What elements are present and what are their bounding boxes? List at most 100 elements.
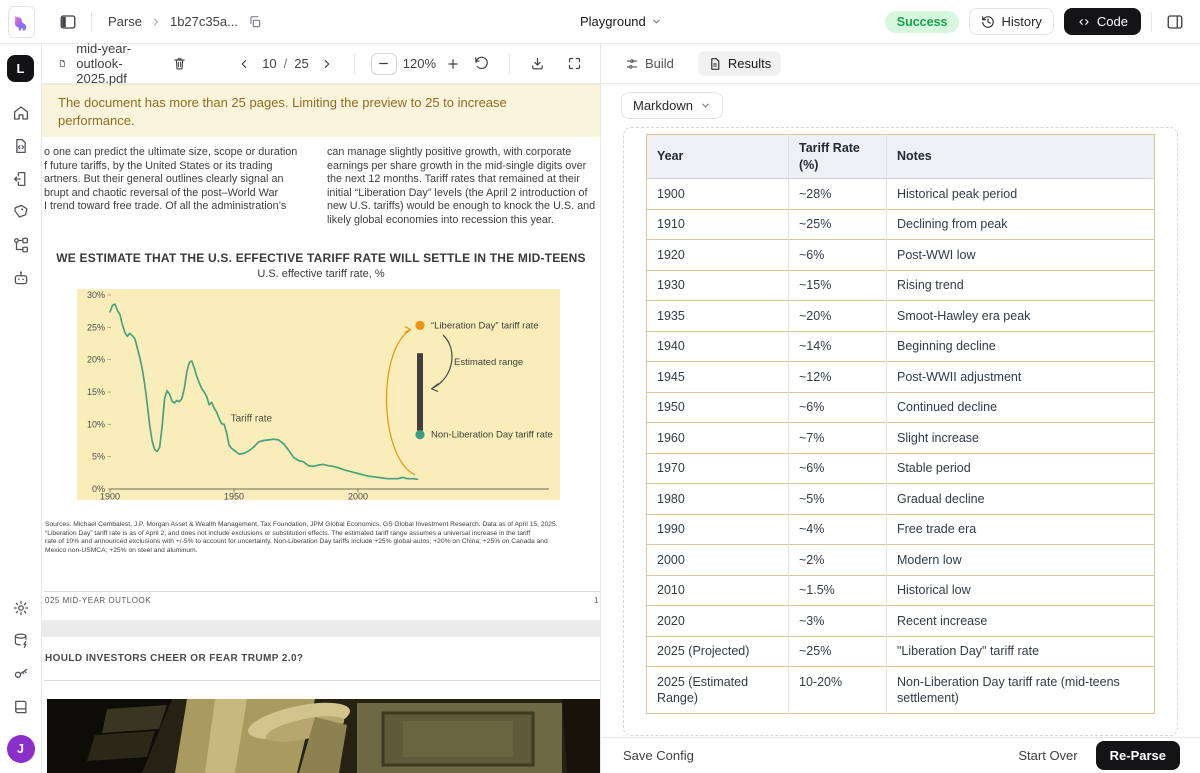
- results-body: Markdown Year Tariff Rate (%) Notes 1900…: [601, 84, 1200, 737]
- reparse-button[interactable]: Re-Parse: [1095, 741, 1180, 770]
- sliders-icon: [626, 58, 638, 69]
- svg-text:10%: 10%: [87, 419, 105, 429]
- breadcrumb: Parse 1b27c35a...: [108, 13, 264, 31]
- page-current: 10: [262, 56, 277, 71]
- delete-file-button[interactable]: [170, 54, 189, 73]
- tags-icon: [13, 204, 27, 218]
- topbar-actions: Success History Code: [884, 8, 1188, 35]
- pdf-col-right: can manage slightly positive growth, wit…: [327, 146, 596, 226]
- hierarchy-icon: [13, 237, 28, 253]
- svg-text:25%: 25%: [87, 322, 105, 332]
- sidebar-item-parse[interactable]: [6, 131, 36, 161]
- tab-results-label: Results: [727, 56, 772, 71]
- prev-page-button[interactable]: [233, 53, 255, 75]
- document-export-icon: [13, 171, 25, 187]
- book-icon: [14, 700, 27, 714]
- fullscreen-button[interactable]: [563, 52, 586, 75]
- sidebar-item-pipeline[interactable]: [6, 230, 36, 260]
- breadcrumb-app[interactable]: Parse: [108, 14, 142, 29]
- tab-build[interactable]: Build: [615, 51, 684, 76]
- playground-dropdown[interactable]: Playground: [580, 14, 662, 29]
- svg-text:“Liberation Day” tariff rate: “Liberation Day” tariff rate: [431, 320, 539, 331]
- org-switcher[interactable]: L: [7, 55, 34, 82]
- table-row: 2020 ~3% Recent increase: [646, 605, 1155, 636]
- chevron-right-icon: [324, 59, 330, 68]
- pdf-text-columns: o one can predict the ultimate size, sco…: [44, 146, 600, 228]
- chart-title: WE ESTIMATE THAT THE U.S. EFFECTIVE TARI…: [56, 251, 586, 265]
- database-icon: [14, 633, 26, 648]
- results-toolbar: Build Results: [601, 44, 1200, 84]
- minus-icon: [379, 62, 389, 65]
- save-config-button[interactable]: Save Config: [621, 744, 696, 767]
- results-panel: Build Results Markdown Year Tariff Rate …: [600, 44, 1200, 773]
- sidebar-item-settings[interactable]: [6, 593, 36, 623]
- history-icon: [982, 15, 995, 28]
- col-header-tariff-rate: Tariff Rate (%): [788, 134, 887, 179]
- panel-right-icon: [1167, 14, 1183, 29]
- trash-icon: [174, 58, 185, 70]
- reset-zoom-button[interactable]: [470, 52, 493, 75]
- right-panel-toggle-button[interactable]: [1162, 9, 1188, 35]
- svg-text:15%: 15%: [87, 387, 105, 397]
- download-button[interactable]: [526, 52, 549, 75]
- table-row: 1970 ~6% Stable period: [646, 452, 1155, 484]
- sidebar-item-docs[interactable]: [6, 692, 36, 722]
- pdf-preview-panel: mid-year-outlook-2025.pdf 10 / 25 120% T…: [42, 41, 600, 773]
- zoom-controls: 120%: [370, 52, 493, 75]
- pdf-page-10: o one can predict the ultimate size, sco…: [42, 137, 600, 620]
- bot-icon: [14, 271, 27, 285]
- svg-text:1950: 1950: [224, 492, 244, 501]
- page-navigation: 10 / 25: [233, 53, 338, 75]
- table-row: 2025 (Projected) ~25% "Liberation Day" tar…: [646, 635, 1155, 667]
- table-row: 2010 ~1.5% Historical low: [646, 574, 1155, 606]
- rotate-ccw-icon: [475, 56, 488, 70]
- sidebar-item-home[interactable]: [6, 98, 36, 128]
- results-footer-bar: Save Config Start Over Re-Parse: [601, 737, 1200, 773]
- chart-subtitle: U.S. effective tariff rate, %: [257, 268, 385, 280]
- zoom-out-button[interactable]: [370, 52, 397, 75]
- history-button[interactable]: History: [969, 8, 1054, 35]
- settings-icon: [13, 600, 28, 616]
- plus-icon: [448, 58, 458, 69]
- sidebar-item-classify[interactable]: [6, 197, 36, 227]
- llama-icon: [14, 16, 27, 31]
- results-table-body: 1900 ~28% Historical peak period 1910 ~25% De…: [646, 178, 1155, 714]
- sidebar-item-agent[interactable]: [6, 263, 36, 293]
- user-avatar[interactable]: J: [6, 735, 35, 763]
- pdf-filename: mid-year-outlook-2025.pdf: [76, 41, 132, 86]
- copy-id-button[interactable]: [246, 13, 264, 31]
- code-button[interactable]: Code: [1063, 8, 1141, 35]
- section-heading: HOULD INVESTORS CHEER OR FEAR TRUMP 2.0?: [45, 653, 304, 664]
- table-row: 1900 ~28% Historical peak period: [646, 178, 1155, 209]
- start-over-button[interactable]: Start Over: [1016, 744, 1079, 767]
- status-badge: Success: [884, 10, 960, 33]
- app-window: Parse 1b27c35a... Playground Success His…: [0, 0, 1200, 773]
- chart-sources: Sources: Michael Cembalest, J.P. Morgan …: [45, 521, 558, 554]
- code-icon: [1079, 18, 1089, 25]
- pdf-toolbar: mid-year-outlook-2025.pdf 10 / 25 120%: [42, 41, 600, 86]
- table-row: 1960 ~7% Slight increase: [646, 422, 1155, 453]
- col-header-notes: Notes: [886, 134, 1155, 179]
- sidebar-item-data[interactable]: [6, 626, 36, 656]
- table-header-row: Year Tariff Rate (%) Notes: [646, 134, 1155, 179]
- table-row: 1920 ~6% Post-WWI low: [646, 239, 1155, 270]
- next-page-button[interactable]: [316, 53, 338, 75]
- file-text-icon: [711, 57, 720, 70]
- results-table: Year Tariff Rate (%) Notes 1900 ~28% Histo…: [646, 134, 1155, 714]
- document-code-icon: [15, 138, 26, 154]
- sidebar-item-api-keys[interactable]: [6, 659, 36, 689]
- chevron-down-icon: [653, 19, 660, 24]
- svg-text:Estimated range: Estimated range: [454, 357, 523, 368]
- sidebar-item-extract[interactable]: [6, 164, 36, 194]
- table-row: 1950 ~6% Continued decline: [646, 391, 1155, 423]
- topbar-divider: [91, 11, 92, 32]
- table-row: 2000 ~2% Modern low: [646, 544, 1155, 575]
- sidebar-toggle-button[interactable]: [55, 9, 81, 35]
- output-format-label: Markdown: [633, 98, 693, 113]
- output-format-dropdown[interactable]: Markdown: [621, 92, 723, 119]
- toolbar-divider: [353, 53, 355, 74]
- pdf-scroll-area[interactable]: o one can predict the ultimate size, sco…: [42, 137, 600, 773]
- zoom-in-button[interactable]: [442, 53, 464, 75]
- file-icon: [59, 60, 65, 67]
- tab-results[interactable]: Results: [697, 51, 782, 76]
